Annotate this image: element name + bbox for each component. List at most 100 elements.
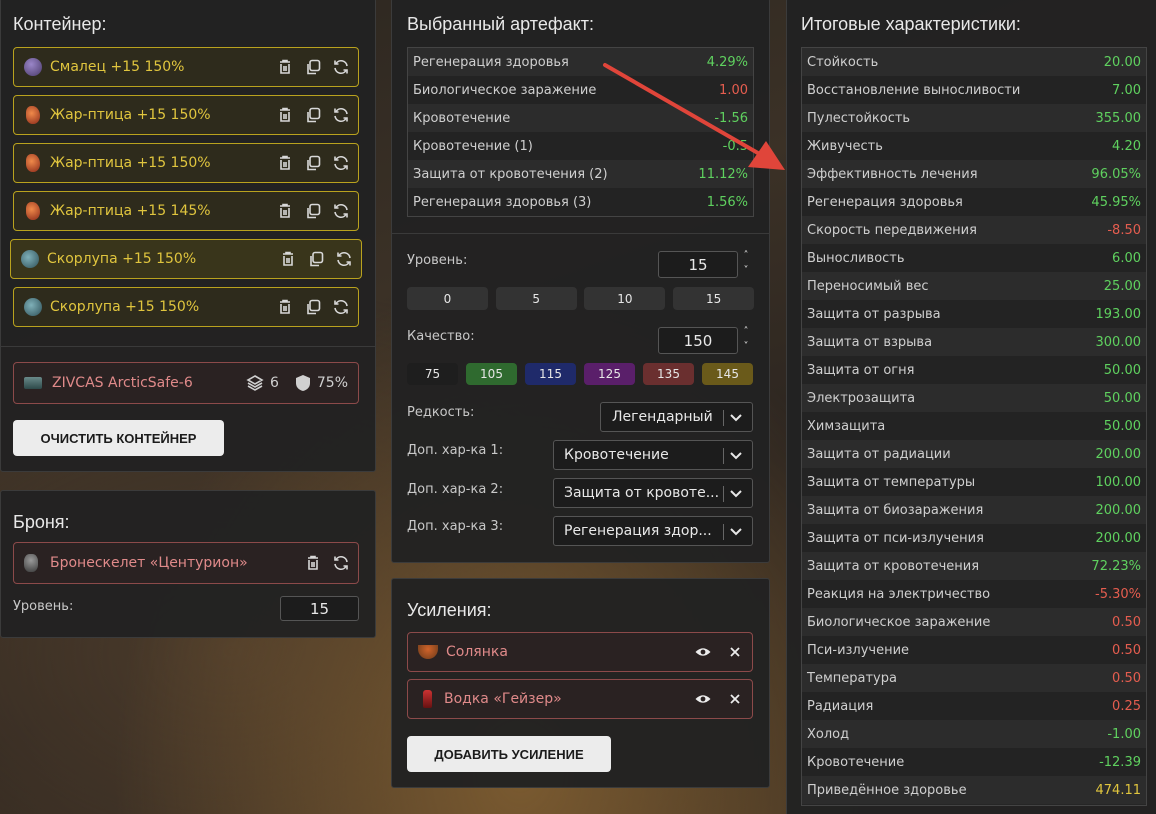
refresh-icon[interactable] — [332, 298, 350, 316]
level-preset-button[interactable]: 15 — [673, 287, 755, 310]
level-increment-icon[interactable]: ˄ — [740, 251, 752, 261]
shield-icon — [295, 375, 310, 391]
totals-title: Итоговые характеристики: — [801, 14, 1021, 34]
stat-value: 193.00 — [1095, 306, 1142, 322]
level-preset-button[interactable]: 0 — [407, 287, 488, 310]
copy-icon[interactable] — [304, 154, 322, 172]
extra3-select[interactable]: Регенерация здор... — [553, 516, 753, 546]
close-icon[interactable] — [726, 690, 744, 708]
stat-row: Защита от пси-излучения 200.00 — [802, 524, 1146, 552]
stat-row: Переносимый вес 25.00 — [802, 272, 1146, 300]
copy-icon[interactable] — [304, 298, 322, 316]
stat-value: 100.00 — [1095, 474, 1142, 490]
boost-item[interactable]: Солянка — [407, 632, 753, 672]
stat-value: 200.00 — [1095, 530, 1142, 546]
artifact-level-label: Уровень: — [407, 253, 468, 268]
delete-icon[interactable] — [304, 554, 322, 572]
copy-icon[interactable] — [304, 202, 322, 220]
extra2-label: Доп. хар-ка 2: — [407, 482, 504, 497]
delete-icon[interactable] — [276, 298, 294, 316]
refresh-icon[interactable] — [332, 202, 350, 220]
clear-container-button[interactable]: ОЧИСТИТЬ КОНТЕЙНЕР — [13, 420, 224, 456]
add-boost-button[interactable]: ДОБАВИТЬ УСИЛЕНИЕ — [407, 736, 611, 772]
extra2-select[interactable]: Защита от кровоте... — [553, 478, 753, 508]
refresh-icon[interactable] — [332, 106, 350, 124]
stat-name: Стойкость — [807, 54, 879, 70]
stat-value: 0.50 — [1112, 614, 1141, 630]
artifact-quality-input[interactable]: 150 — [658, 327, 738, 354]
refresh-icon[interactable] — [332, 154, 350, 172]
refresh-icon[interactable] — [332, 58, 350, 76]
stat-row: Пулестойкость 355.00 — [802, 104, 1146, 132]
extra1-select[interactable]: Кровотечение — [553, 440, 753, 470]
stat-value: -12.39 — [1099, 754, 1141, 770]
boost-item[interactable]: Водка «Гейзер» — [407, 679, 753, 719]
safe-protection: 75% — [316, 375, 348, 391]
delete-icon[interactable] — [276, 154, 294, 172]
eye-icon[interactable] — [694, 643, 712, 661]
copy-icon[interactable] — [304, 106, 322, 124]
quality-preset-button[interactable]: 105 — [466, 363, 517, 385]
stat-value: 4.20 — [1112, 138, 1141, 154]
stat-value: 45.95% — [1091, 194, 1141, 210]
quality-preset-button[interactable]: 115 — [525, 363, 576, 385]
delete-icon[interactable] — [276, 58, 294, 76]
boost-item-label: Водка «Гейзер» — [444, 691, 562, 707]
level-preset-button[interactable]: 10 — [584, 287, 666, 310]
refresh-icon[interactable] — [332, 554, 350, 572]
stat-name: Химзащита — [807, 418, 886, 434]
boost-item-label: Солянка — [446, 644, 508, 660]
annotation-arrow — [603, 63, 785, 170]
container-safe-item[interactable]: ZIVCAS ArcticSafe-6 6 75% — [13, 362, 359, 404]
stat-name: Кровотечение (1) — [413, 138, 533, 154]
container-item[interactable]: Жар-птица +15 150% — [13, 143, 359, 183]
copy-icon[interactable] — [307, 250, 325, 268]
quality-preset-button[interactable]: 145 — [702, 363, 753, 385]
delete-icon[interactable] — [279, 250, 297, 268]
container-item[interactable]: Жар-птица +15 145% — [13, 191, 359, 231]
stat-name: Защита от разрыва — [807, 306, 941, 322]
armor-item[interactable]: Бронескелет «Центурион» — [13, 542, 359, 584]
stat-row: Стойкость 20.00 — [802, 48, 1146, 76]
refresh-icon[interactable] — [335, 250, 353, 268]
close-icon[interactable] — [726, 643, 744, 661]
container-item[interactable]: Скорлупа +15 150% — [13, 287, 359, 327]
container-item[interactable]: Скорлупа +15 150% — [10, 239, 362, 279]
stat-name: Регенерация здоровья (3) — [413, 194, 592, 210]
stat-name: Защита от огня — [807, 362, 915, 378]
shell-icon — [21, 250, 39, 268]
container-item-label: Жар-птица +15 150% — [50, 155, 211, 171]
stat-row: Реакция на электричество -5.30% — [802, 580, 1146, 608]
quality-preset-button[interactable]: 125 — [584, 363, 635, 385]
level-preset-button[interactable]: 5 — [495, 287, 577, 310]
quality-decrement-icon[interactable]: ˅ — [740, 342, 752, 352]
stat-value: 72.23% — [1091, 558, 1141, 574]
stat-value: -8.50 — [1107, 222, 1141, 238]
rarity-select[interactable]: Легендарный — [600, 402, 753, 432]
quality-increment-icon[interactable]: ˄ — [740, 327, 752, 337]
stat-row: Живучесть 4.20 — [802, 132, 1146, 160]
copy-icon[interactable] — [304, 58, 322, 76]
bottle-icon — [423, 690, 432, 708]
stat-name: Температура — [807, 670, 897, 686]
rarity-label: Редкость: — [407, 405, 475, 420]
container-item[interactable]: Жар-птица +15 150% — [13, 95, 359, 135]
stat-row: Приведённое здоровье 474.11 — [802, 776, 1146, 804]
stat-value: 50.00 — [1103, 390, 1141, 406]
eye-icon[interactable] — [694, 690, 712, 708]
extra1-value: Кровотечение — [564, 447, 669, 463]
firebird-icon — [26, 202, 40, 220]
stat-value: 1.56% — [706, 194, 748, 210]
container-item[interactable]: Смалец +15 150% — [13, 47, 359, 87]
level-decrement-icon[interactable]: ˅ — [740, 266, 752, 276]
artifact-level-input[interactable]: 15 — [658, 251, 738, 278]
safe-label: ZIVCAS ArcticSafe-6 — [52, 375, 193, 391]
quality-preset-button[interactable]: 135 — [643, 363, 694, 385]
stat-row: Холод -1.00 — [802, 720, 1146, 748]
armor-level-input[interactable]: 15 — [280, 596, 359, 621]
delete-icon[interactable] — [276, 202, 294, 220]
quality-preset-button[interactable]: 75 — [407, 363, 458, 385]
delete-icon[interactable] — [276, 106, 294, 124]
extra3-label: Доп. хар-ка 3: — [407, 519, 504, 534]
stat-name: Кровотечение — [807, 754, 905, 770]
